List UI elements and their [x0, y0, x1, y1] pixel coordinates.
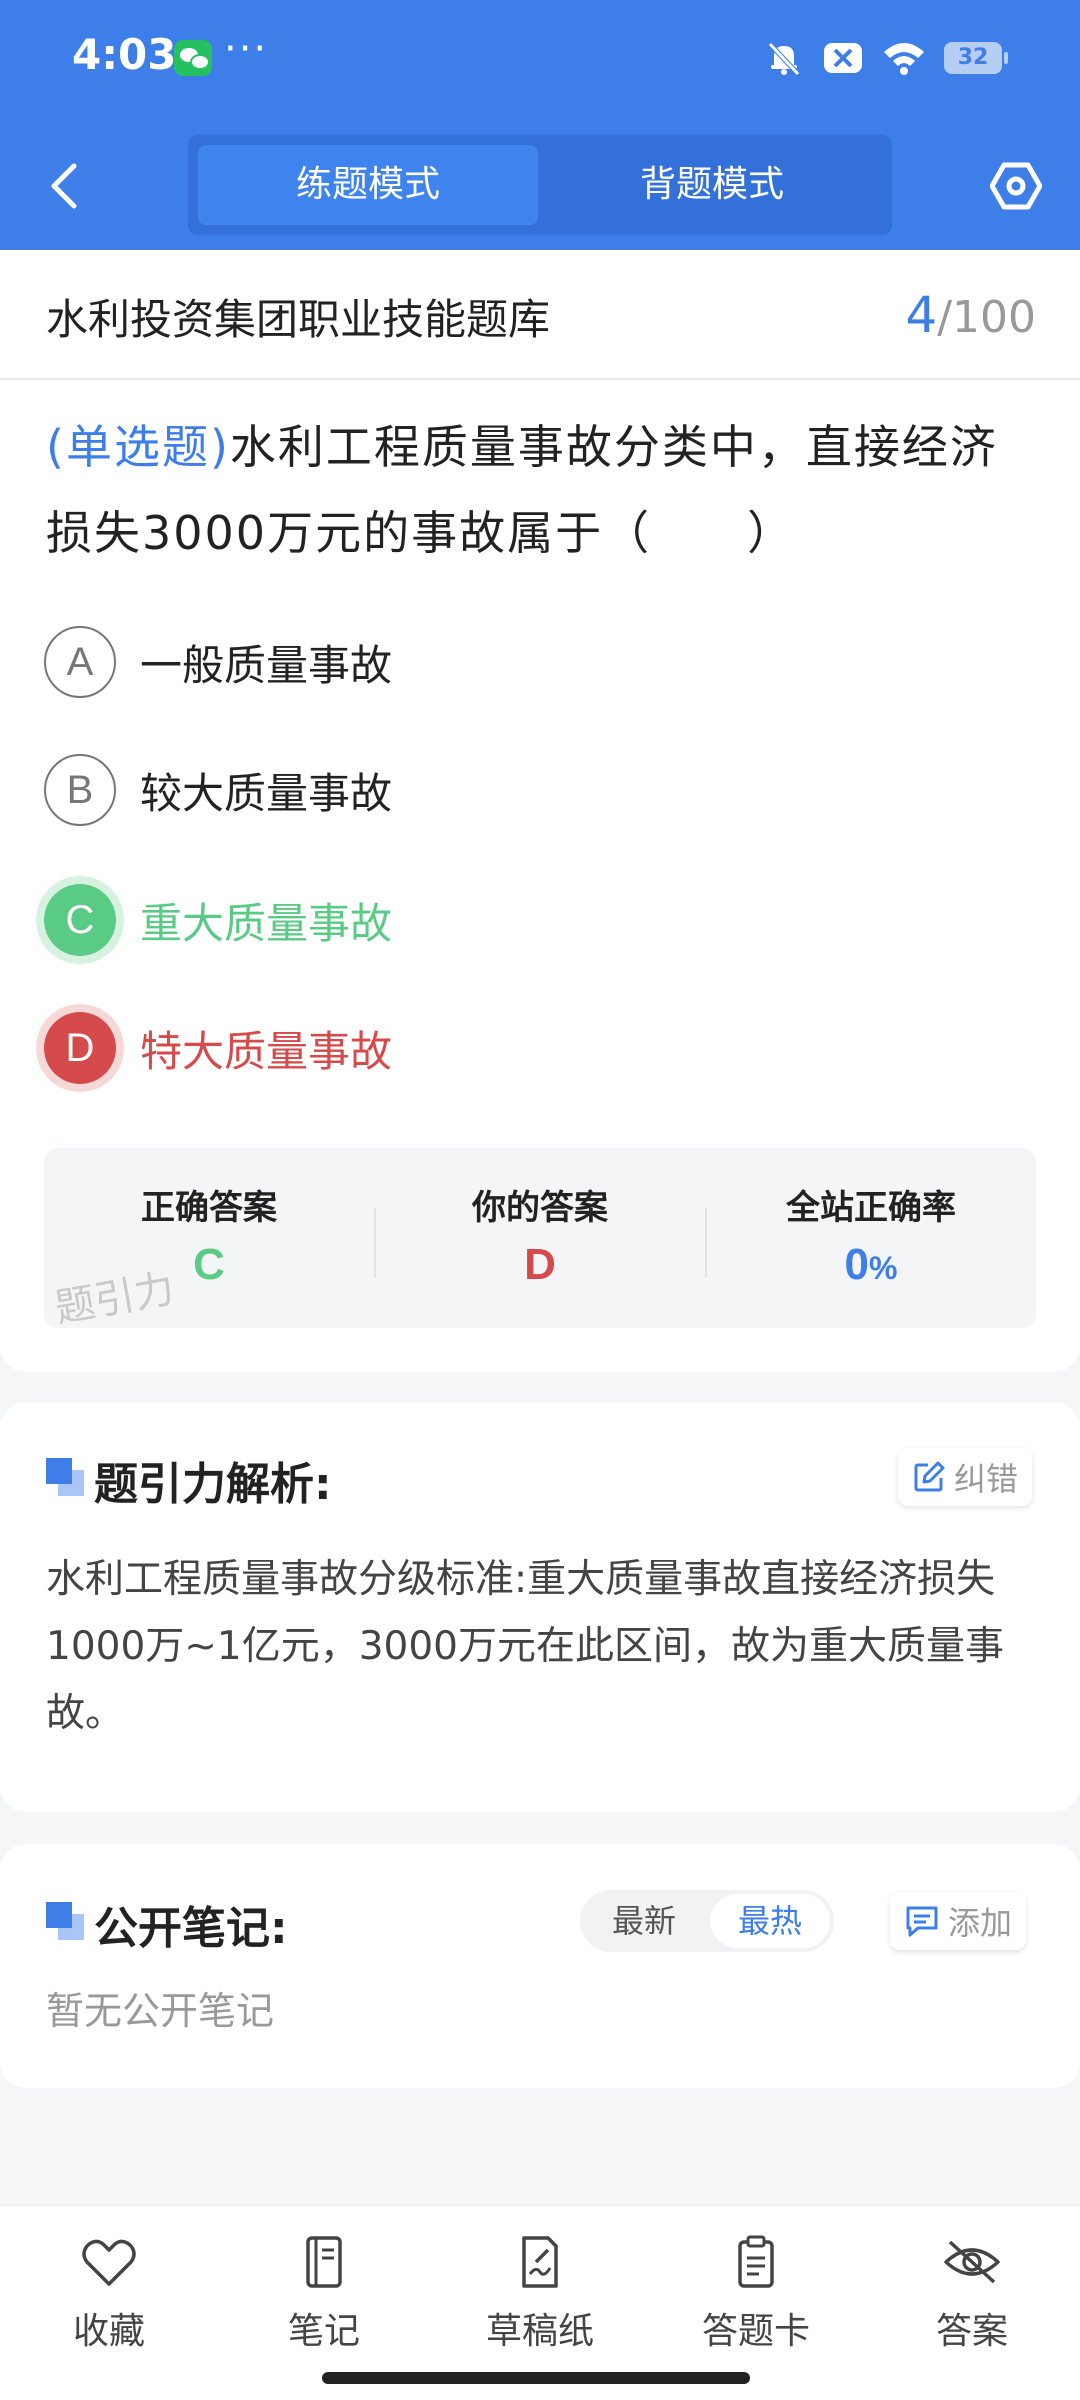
your-answer-label: 你的答案: [472, 1188, 608, 1228]
wifi-icon: [884, 43, 924, 75]
public-notes-card: 公开笔记: 最新 最热 添加 暂无公开笔记: [0, 1844, 1080, 2088]
question-type: (单选题): [46, 420, 230, 474]
tab-answer-sheet[interactable]: 答题卡: [656, 2234, 856, 2354]
option-letter: A: [44, 626, 116, 698]
notebook-icon: [306, 2236, 342, 2288]
edit-icon: [914, 1461, 945, 1492]
back-button[interactable]: [40, 158, 90, 214]
settings-icon[interactable]: [990, 160, 1042, 212]
tab-answer[interactable]: 答案: [872, 2234, 1072, 2354]
analysis-card: 题引力解析: 纠错 水利工程质量事故分级标准:重大质量事故直接经济损失1000万…: [0, 1402, 1080, 1812]
answer-summary: 正确答案 C 你的答案 D 全站正确率 0% 题引力: [44, 1148, 1036, 1328]
report-error-button[interactable]: 纠错: [898, 1448, 1033, 1506]
sort-hot[interactable]: 最热: [710, 1894, 830, 1948]
tab-favorite[interactable]: 收藏: [9, 2234, 209, 2354]
tab-scratch-paper[interactable]: 草稿纸: [440, 2234, 640, 2354]
mode-switch: 练题模式 背题模式: [188, 135, 892, 235]
site-accuracy-value: 0%: [844, 1240, 898, 1289]
bottom-toolbar: 收藏 笔记 草稿纸 答题卡 答案: [0, 2205, 1080, 2400]
add-note-label: 添加: [948, 1904, 1013, 1942]
tab-practice-mode[interactable]: 练题模式: [198, 145, 538, 225]
sort-latest[interactable]: 最新: [584, 1894, 704, 1948]
header: 4:03 ··· 32 练题模式 背题模式: [0, 0, 1080, 250]
correct-answer-label: 正确答案: [141, 1188, 277, 1228]
current-question-number: 4: [905, 286, 938, 344]
empty-notes-text: 暂无公开笔记: [46, 1989, 275, 2033]
no-sim-icon: [824, 43, 862, 73]
question-text: (单选题)水利工程质量事故分类中，直接经济损失3000万元的事故属于（ ）: [46, 404, 1036, 576]
option-text: 重大质量事故: [140, 898, 393, 948]
tab-label: 收藏: [72, 2311, 145, 2352]
section-icon: [46, 1902, 86, 1942]
option-text: 较大质量事故: [140, 768, 393, 818]
site-accuracy: 全站正确率 0%: [706, 1148, 1036, 1328]
tab-label: 答题卡: [701, 2311, 810, 2352]
option-letter: C: [44, 884, 116, 956]
tab-notes[interactable]: 笔记: [224, 2234, 424, 2354]
analysis-text: 水利工程质量事故分级标准:重大质量事故直接经济损失1000万~1亿元，3000万…: [46, 1557, 1004, 1736]
analysis-title: 题引力解析:: [94, 1459, 332, 1510]
status-time: 4:03: [72, 30, 177, 79]
option-letter: D: [44, 1012, 116, 1084]
option-a[interactable]: A 一般质量事故: [44, 624, 944, 700]
home-indicator[interactable]: [322, 2372, 750, 2384]
notes-sort-toggle: 最新 最热: [580, 1890, 834, 1952]
tab-label: 草稿纸: [485, 2311, 594, 2352]
option-text: 特大质量事故: [140, 1026, 393, 1076]
option-b[interactable]: B 较大质量事故: [44, 752, 944, 828]
battery-icon: 32: [944, 42, 1008, 74]
question-card: (单选题)水利工程质量事故分类中，直接经济损失3000万元的事故属于（ ） A …: [0, 380, 1080, 1372]
your-answer: 你的答案 D: [375, 1148, 705, 1328]
total-questions: /100: [937, 292, 1036, 343]
your-answer-value: D: [524, 1240, 556, 1289]
bank-title-row: 水利投资集团职业技能题库 4/100: [0, 250, 1080, 380]
option-letter: B: [44, 754, 116, 826]
more-notifications-icon: ···: [224, 26, 269, 72]
tab-label: 笔记: [287, 2311, 360, 2352]
tab-memorize-mode[interactable]: 背题模式: [542, 145, 882, 225]
bank-title: 水利投资集团职业技能题库: [46, 295, 551, 344]
status-icons: 32: [764, 38, 1008, 78]
bell-muted-icon: [768, 42, 800, 76]
option-d[interactable]: D 特大质量事故: [44, 1010, 944, 1086]
comment-icon: [906, 1906, 938, 1937]
wechat-icon: [174, 40, 212, 76]
option-c[interactable]: C 重大质量事故: [44, 882, 944, 958]
option-text: 一般质量事故: [140, 640, 393, 690]
status-bar: 4:03 ··· 32: [0, 0, 1080, 120]
clipboard-icon: [738, 2235, 774, 2288]
report-error-label: 纠错: [954, 1460, 1019, 1498]
site-accuracy-label: 全站正确率: [786, 1188, 956, 1228]
tab-label: 答案: [935, 2311, 1008, 2352]
draft-paper-icon: [522, 2236, 558, 2288]
notes-title: 公开笔记:: [94, 1903, 288, 1954]
section-icon: [46, 1458, 86, 1498]
add-note-button[interactable]: 添加: [890, 1892, 1027, 1950]
eye-hidden-icon: [944, 2240, 1000, 2284]
heart-icon: [82, 2239, 136, 2286]
question-progress: 4/100: [905, 286, 1036, 344]
